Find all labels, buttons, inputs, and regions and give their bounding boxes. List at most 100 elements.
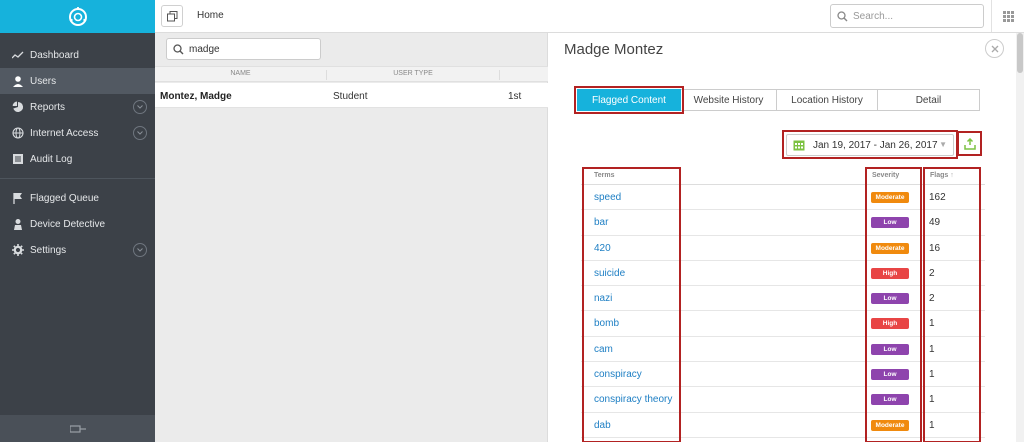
breadcrumb-home[interactable]: Home bbox=[197, 10, 224, 21]
tab-detail[interactable]: Detail bbox=[878, 89, 980, 111]
table-row: conspiracy Low 1 bbox=[581, 362, 985, 388]
sidebar-item-audit-log[interactable]: Audit Log bbox=[0, 146, 155, 172]
term-link[interactable]: conspiracy theory bbox=[594, 394, 672, 405]
term-link[interactable]: bomb bbox=[594, 318, 619, 329]
column-name[interactable]: NAME bbox=[155, 70, 327, 80]
collapse-icon bbox=[69, 424, 86, 433]
windows-icon bbox=[166, 10, 177, 21]
sidebar-item-reports[interactable]: Reports bbox=[0, 94, 155, 120]
tab-location-history[interactable]: Location History bbox=[777, 89, 878, 111]
sidebar-item-flagged-queue[interactable]: Flagged Queue bbox=[0, 185, 155, 211]
search-icon bbox=[837, 10, 848, 21]
severity-badge: Low bbox=[871, 217, 909, 229]
sidebar-collapse[interactable] bbox=[0, 415, 155, 442]
detail-title: Madge Montez bbox=[564, 41, 664, 58]
table-body: speed Moderate 162 bar Low 49 420 Moderate 16 sui… bbox=[581, 185, 985, 438]
flag-count: 162 bbox=[929, 192, 946, 203]
user-name: Montez, Madge bbox=[160, 91, 232, 102]
user-table-header: NAME USER TYPE bbox=[155, 66, 548, 82]
flag-count: 2 bbox=[929, 267, 935, 279]
chevron-down-icon[interactable] bbox=[133, 243, 147, 257]
search-placeholder: Search... bbox=[853, 10, 894, 22]
chevron-down-icon: ▼ bbox=[939, 140, 947, 149]
sidebar-item-settings[interactable]: Settings bbox=[0, 237, 155, 263]
header-flags[interactable]: Flags ↑ bbox=[930, 172, 954, 179]
term-link[interactable]: speed bbox=[594, 192, 621, 203]
window-toggle-button[interactable] bbox=[161, 5, 183, 27]
sidebar-divider bbox=[0, 178, 155, 179]
flag-count: 16 bbox=[929, 242, 941, 254]
sidebar-item-label: Dashboard bbox=[30, 49, 79, 61]
sidebar-item-device-detective[interactable]: Device Detective bbox=[0, 211, 155, 237]
sidebar-item-dashboard[interactable]: Dashboard bbox=[0, 42, 155, 68]
sort-arrow-icon: ↑ bbox=[950, 172, 954, 179]
sidebar-item-label: Internet Access bbox=[30, 127, 99, 139]
table-row: bomb High 1 bbox=[581, 311, 985, 337]
sidebar-item-label: Settings bbox=[30, 244, 67, 256]
severity-badge: Low bbox=[871, 394, 909, 406]
sidebar-item-label: Users bbox=[30, 75, 57, 87]
user-row[interactable]: Montez, Madge Student 1st bbox=[155, 83, 548, 108]
list-icon bbox=[12, 153, 24, 165]
global-search-input[interactable]: Search... bbox=[830, 4, 984, 28]
person-icon bbox=[12, 218, 24, 230]
gear-icon bbox=[12, 244, 24, 256]
sidebar-item-label: Audit Log bbox=[30, 153, 73, 165]
flag-count: 1 bbox=[929, 369, 935, 381]
globe-icon bbox=[12, 127, 24, 139]
chevron-down-icon[interactable] bbox=[133, 126, 147, 140]
flag-icon bbox=[12, 192, 24, 204]
sidebar-nav: Dashboard Users Reports Internet Access Audi… bbox=[0, 33, 155, 263]
date-range-picker[interactable]: Jan 19, 2017 - Jan 26, 2017 ▼ bbox=[786, 134, 954, 156]
header-flags-label: Flags bbox=[930, 172, 949, 179]
term-link[interactable]: cam bbox=[594, 344, 613, 355]
chevron-down-icon[interactable] bbox=[133, 100, 147, 114]
logo-icon bbox=[68, 6, 87, 26]
export-icon bbox=[964, 138, 976, 150]
user-type: Student bbox=[333, 91, 368, 102]
severity-badge: Moderate bbox=[871, 242, 909, 254]
severity-badge: High bbox=[871, 267, 909, 279]
user-search-input[interactable]: madge bbox=[166, 38, 321, 60]
table-header: Terms Severity Flags ↑ bbox=[581, 167, 985, 185]
detail-scrollbar[interactable] bbox=[1016, 33, 1024, 442]
search-icon bbox=[173, 43, 184, 54]
column-user-type[interactable]: USER TYPE bbox=[327, 70, 500, 80]
tab-flagged-content[interactable]: Flagged Content bbox=[577, 89, 681, 111]
term-link[interactable]: 420 bbox=[594, 243, 611, 254]
flag-count: 1 bbox=[929, 419, 935, 431]
tab-website-history[interactable]: Website History bbox=[681, 89, 777, 111]
close-icon bbox=[991, 45, 998, 52]
table-row: conspiracy theory Low 1 bbox=[581, 387, 985, 413]
sidebar-item-internet-access[interactable]: Internet Access bbox=[0, 120, 155, 146]
term-link[interactable]: dab bbox=[594, 420, 611, 431]
table-row: cam Low 1 bbox=[581, 337, 985, 363]
flag-count: 2 bbox=[929, 293, 935, 305]
term-link[interactable]: bar bbox=[594, 217, 608, 228]
sidebar-item-label: Device Detective bbox=[30, 218, 106, 230]
detail-tabs: Flagged Content Website History Location… bbox=[577, 89, 980, 111]
scrollbar-thumb[interactable] bbox=[1017, 33, 1023, 73]
term-link[interactable]: suicide bbox=[594, 268, 625, 279]
severity-badge: High bbox=[871, 318, 909, 330]
term-link[interactable]: conspiracy bbox=[594, 369, 642, 380]
table-row: dab Moderate 1 bbox=[581, 413, 985, 438]
term-link[interactable]: nazi bbox=[594, 293, 612, 304]
top-bar: Home Search... bbox=[155, 0, 1024, 33]
date-range-value: Jan 19, 2017 - Jan 26, 2017 bbox=[813, 139, 938, 151]
grid-icon bbox=[1002, 10, 1014, 22]
calendar-icon bbox=[793, 140, 805, 151]
table-row: bar Low 49 bbox=[581, 210, 985, 236]
user-grade: 1st bbox=[508, 91, 522, 102]
header-severity[interactable]: Severity bbox=[872, 172, 899, 179]
export-button[interactable] bbox=[961, 135, 979, 153]
flag-count: 1 bbox=[929, 394, 935, 406]
chart-line-icon bbox=[12, 49, 24, 61]
sidebar-item-users[interactable]: Users bbox=[0, 68, 155, 94]
header-terms[interactable]: Terms bbox=[594, 172, 615, 179]
severity-badge: Low bbox=[871, 343, 909, 355]
close-button[interactable] bbox=[985, 39, 1004, 58]
apps-grid-button[interactable] bbox=[991, 0, 1024, 32]
sidebar-item-label: Flagged Queue bbox=[30, 192, 99, 204]
app-logo[interactable] bbox=[0, 0, 155, 33]
